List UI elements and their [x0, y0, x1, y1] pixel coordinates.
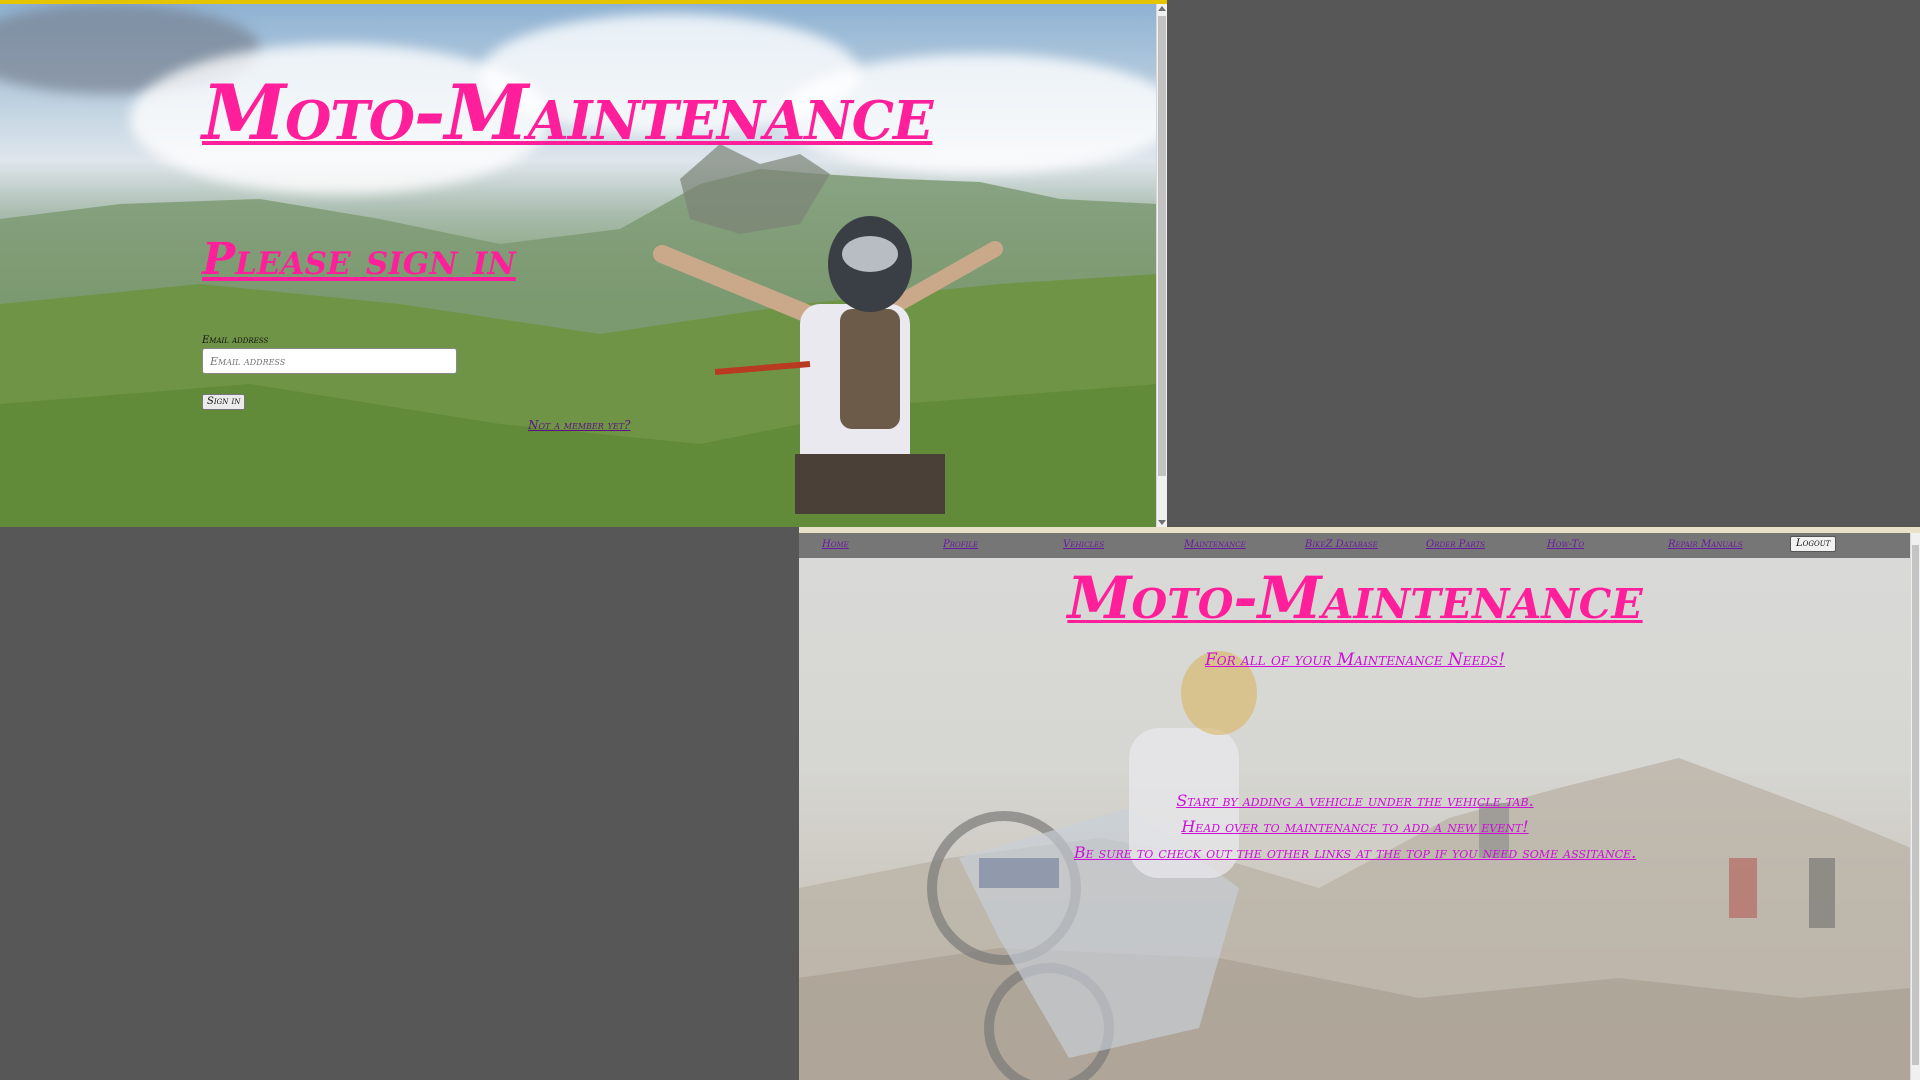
email-label: Email address [202, 335, 269, 346]
signin-button[interactable]: Sign in [202, 394, 246, 410]
nav-vehicles[interactable]: Vehicles [1063, 539, 1104, 550]
email-input[interactable] [202, 348, 457, 374]
logout-button[interactable]: Logout [1790, 536, 1837, 552]
message-add-maintenance[interactable]: Head over to maintenance to add a new ev… [799, 817, 1911, 836]
scrollbar-thumb[interactable] [1158, 16, 1166, 476]
tagline-link[interactable]: For all of your Maintenance Needs! [799, 650, 1911, 670]
site-title: Moto-Maintenance [1067, 564, 1643, 632]
nav-bikez-database[interactable]: BikeZ Database [1305, 539, 1378, 550]
nav-home[interactable]: Home [822, 539, 849, 550]
signin-heading: Please sign in [202, 234, 516, 285]
nav-maintenance[interactable]: Maintenance [1184, 539, 1246, 550]
home-window: Home Profile Vehicles Maintenance BikeZ … [799, 527, 1920, 1080]
scroll-down-arrow-icon[interactable] [1158, 520, 1166, 525]
nav-repair-manuals[interactable]: Repair Manuals [1668, 539, 1743, 550]
site-title: Moto-Maintenance [202, 68, 933, 157]
not-member-link[interactable]: Not a member yet? [528, 418, 630, 432]
message-other-links[interactable]: Be sure to check out the other links at … [799, 843, 1911, 862]
scroll-up-arrow-icon[interactable] [1158, 6, 1166, 11]
message-add-vehicle[interactable]: Start by adding a vehicle under the vehi… [799, 791, 1911, 810]
nav-bar: Home Profile Vehicles Maintenance BikeZ … [799, 533, 1911, 558]
nav-how-to[interactable]: How-To [1547, 539, 1584, 550]
scrollbar-thumb[interactable] [1912, 545, 1919, 1065]
vertical-scrollbar[interactable] [1910, 533, 1920, 1080]
nav-order-parts[interactable]: Order Parts [1426, 539, 1485, 550]
nav-profile[interactable]: Profile [943, 539, 978, 550]
signin-window: Moto-Maintenance Please sign in Email ad… [0, 0, 1167, 527]
rider-figure [653, 216, 1003, 514]
vertical-scrollbar[interactable] [1156, 4, 1167, 527]
